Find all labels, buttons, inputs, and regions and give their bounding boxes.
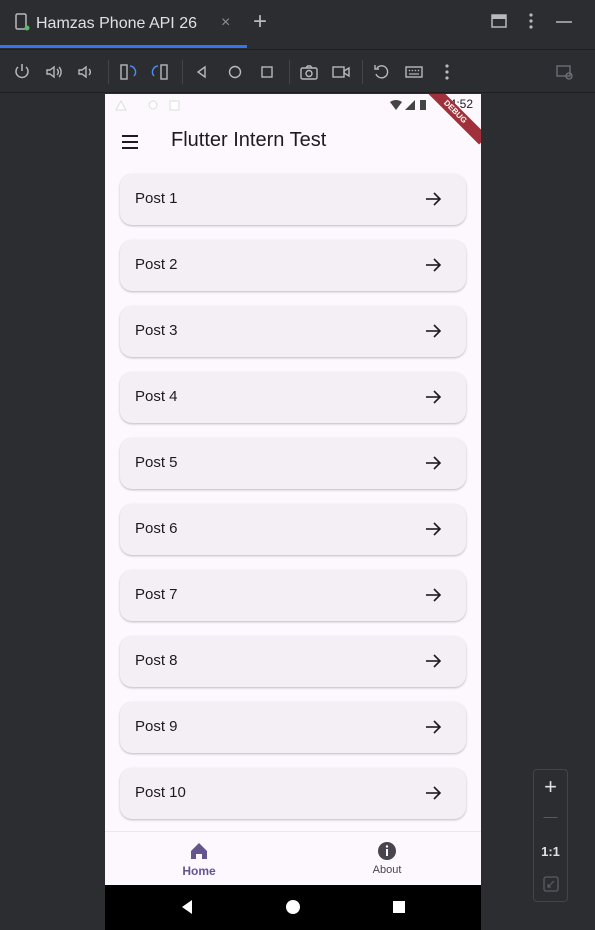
nav-about-label: About: [372, 864, 402, 876]
more-icon[interactable]: [437, 62, 457, 82]
video-icon[interactable]: [331, 62, 351, 82]
list-item[interactable]: Post 8: [120, 636, 466, 687]
zoom-actual-size-button[interactable]: 1:1: [534, 844, 567, 859]
arrow-right-icon: [424, 454, 442, 472]
power-icon[interactable]: [12, 62, 32, 82]
arrow-right-icon: [424, 520, 442, 538]
volume-down-icon[interactable]: [75, 62, 95, 82]
rotate-right-icon[interactable]: [150, 62, 170, 82]
list-item[interactable]: Post 6: [120, 504, 466, 555]
tab-close-icon[interactable]: ×: [221, 14, 230, 32]
arrow-right-icon: [424, 586, 442, 604]
list-item[interactable]: Post 10: [120, 768, 466, 819]
volume-up-icon[interactable]: [44, 62, 64, 82]
home-icon: [188, 840, 210, 862]
arrow-right-icon: [424, 256, 442, 274]
android-home-icon[interactable]: [285, 899, 301, 920]
list-item[interactable]: Post 5: [120, 438, 466, 489]
home-icon[interactable]: [225, 62, 245, 82]
nav-home-label: Home: [182, 864, 216, 878]
arrow-right-icon: [424, 388, 442, 406]
toolbar-separator: [289, 60, 290, 84]
menu-icon[interactable]: [120, 132, 140, 152]
phone-icon: [14, 12, 30, 36]
keyboard-icon[interactable]: [404, 62, 424, 82]
post-title: Post 9: [135, 718, 178, 735]
list-item[interactable]: Post 7: [120, 570, 466, 621]
nav-home[interactable]: Home: [149, 840, 249, 878]
arrow-right-icon: [424, 190, 442, 208]
info-icon: [376, 840, 398, 862]
list-item[interactable]: Post 4: [120, 372, 466, 423]
app-bar: Flutter Intern Test: [105, 114, 481, 170]
arrow-right-icon: [424, 322, 442, 340]
zoom-in-button[interactable]: +: [534, 774, 567, 800]
toolbar-separator: [182, 60, 183, 84]
post-title: Post 2: [135, 256, 178, 273]
emulator-toolbar: [0, 49, 595, 93]
phone-screen: 4:52 DEBUG Flutter Intern Test Post 1 Po…: [105, 94, 481, 930]
post-title: Post 10: [135, 784, 186, 801]
tab-active-indicator: [0, 45, 247, 48]
screen-search-icon[interactable]: [555, 62, 575, 82]
post-title: Post 3: [135, 322, 178, 339]
device-tab[interactable]: Hamzas Phone API 26: [0, 0, 247, 48]
bottom-navigation: Home About: [105, 831, 481, 885]
arrow-right-icon: [424, 718, 442, 736]
more-vertical-icon[interactable]: [524, 12, 538, 35]
zoom-out-button[interactable]: —: [534, 808, 567, 824]
toolbar-separator: [108, 60, 109, 84]
android-navigation-bar: [105, 885, 481, 930]
fit-screen-icon[interactable]: [534, 876, 567, 897]
arrow-right-icon: [424, 784, 442, 802]
list-item[interactable]: Post 9: [120, 702, 466, 753]
toolbar-separator: [362, 60, 363, 84]
post-title: Post 7: [135, 586, 178, 603]
arrow-right-icon: [424, 652, 442, 670]
window-layout-icon[interactable]: [490, 12, 508, 35]
tab-title: Hamzas Phone API 26: [36, 15, 197, 32]
tab-bar: Hamzas Phone API 26 × +: [0, 0, 595, 48]
post-title: Post 5: [135, 454, 178, 471]
reset-icon[interactable]: [372, 62, 392, 82]
back-icon[interactable]: [192, 62, 212, 82]
android-back-icon[interactable]: [179, 899, 195, 920]
rotate-left-icon[interactable]: [118, 62, 138, 82]
post-title: Post 8: [135, 652, 178, 669]
post-title: Post 4: [135, 388, 178, 405]
nav-about[interactable]: About: [337, 840, 437, 876]
list-item[interactable]: Post 3: [120, 306, 466, 357]
post-title: Post 6: [135, 520, 178, 537]
page-title: Flutter Intern Test: [171, 129, 327, 151]
zoom-panel: + — 1:1: [533, 769, 568, 902]
add-tab-icon[interactable]: +: [253, 10, 267, 34]
camera-icon[interactable]: [299, 62, 319, 82]
list-item[interactable]: Post 2: [120, 240, 466, 291]
status-bar: 4:52: [105, 94, 481, 114]
overview-icon[interactable]: [257, 62, 277, 82]
minimize-icon[interactable]: [555, 12, 573, 35]
list-item[interactable]: Post 1: [120, 174, 466, 225]
post-title: Post 1: [135, 190, 178, 207]
android-overview-icon[interactable]: [391, 899, 407, 920]
